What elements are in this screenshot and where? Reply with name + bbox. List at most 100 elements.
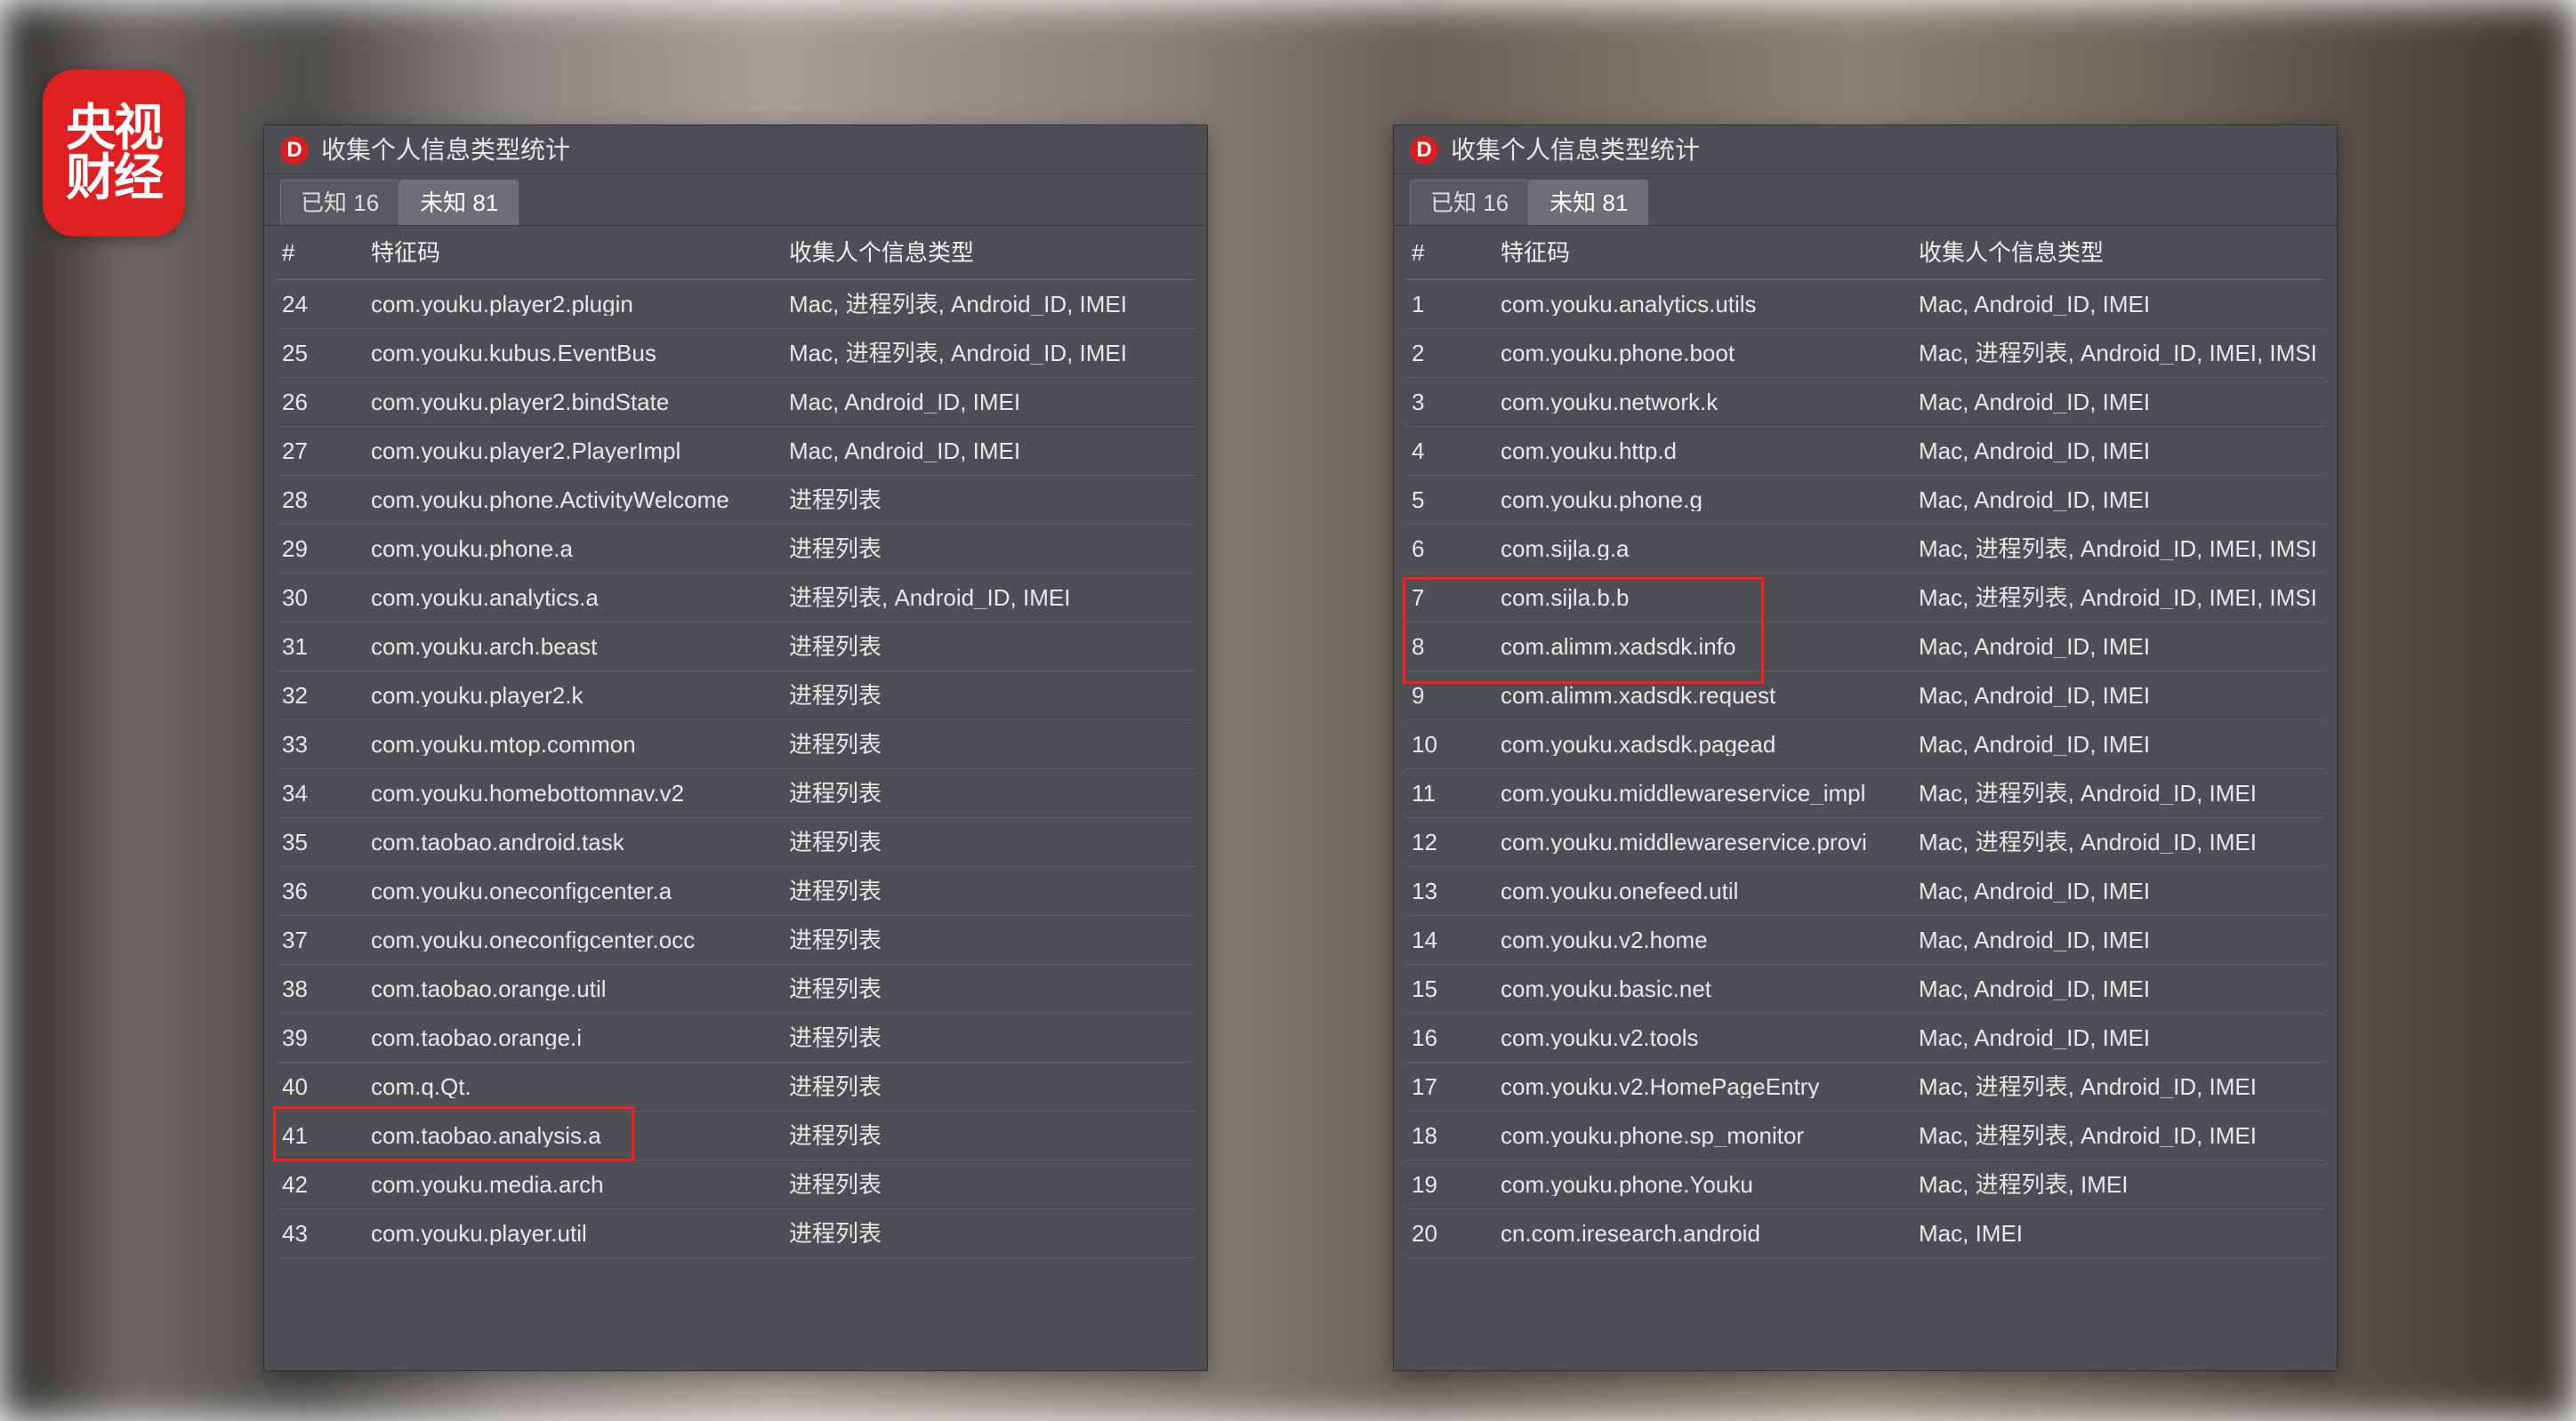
tabs: 已知 16 未知 81 bbox=[264, 174, 1207, 226]
row-num: 18 bbox=[1406, 1124, 1501, 1147]
table-row[interactable]: 32com.youku.player2.k进程列表 bbox=[277, 671, 1195, 720]
table-left: # 特征码 收集人个信息类型 24com.youku.player2.plugi… bbox=[264, 226, 1207, 1264]
hdr-code[interactable]: 特征码 bbox=[371, 241, 789, 264]
row-info: Mac, Android_ID, IMEI bbox=[1919, 684, 2319, 707]
row-info: 进程列表 bbox=[789, 1124, 1189, 1147]
panel-left: D 收集个人信息类型统计 已知 16 未知 81 # 特征码 收集人个信息类型 … bbox=[263, 124, 1208, 1371]
table-row[interactable]: 14com.youku.v2.homeMac, Android_ID, IMEI bbox=[1406, 916, 2324, 965]
tab-known[interactable]: 已知 16 bbox=[280, 180, 399, 225]
row-info: 进程列表 bbox=[789, 488, 1189, 511]
table-row[interactable]: 12com.youku.middlewareservice.proviMac, … bbox=[1406, 818, 2324, 867]
row-code: com.youku.middlewareservice.provi bbox=[1501, 831, 1919, 854]
table-row[interactable]: 20cn.com.iresearch.androidMac, IMEI bbox=[1406, 1209, 2324, 1258]
row-code: com.youku.v2.tools bbox=[1501, 1026, 1919, 1049]
table-row[interactable]: 18com.youku.phone.sp_monitorMac, 进程列表, A… bbox=[1406, 1112, 2324, 1160]
table-row[interactable]: 28com.youku.phone.ActivityWelcome进程列表 bbox=[277, 476, 1195, 525]
row-code: com.youku.arch.beast bbox=[371, 635, 789, 658]
hdr-num[interactable]: # bbox=[1406, 241, 1501, 264]
table-row[interactable]: 36com.youku.oneconfigcenter.a进程列表 bbox=[277, 867, 1195, 916]
table-row[interactable]: 40com.q.Qt.进程列表 bbox=[277, 1063, 1195, 1112]
table-row[interactable]: 33com.youku.mtop.common进程列表 bbox=[277, 720, 1195, 769]
row-code: com.youku.player.util bbox=[371, 1222, 789, 1245]
table-row[interactable]: 8com.alimm.xadsdk.infoMac, Android_ID, I… bbox=[1406, 622, 2324, 671]
table-row[interactable]: 27com.youku.player2.PlayerImplMac, Andro… bbox=[277, 427, 1195, 476]
row-num: 25 bbox=[277, 341, 371, 365]
table-row[interactable]: 31com.youku.arch.beast进程列表 bbox=[277, 622, 1195, 671]
row-code: com.youku.analytics.a bbox=[371, 586, 789, 609]
row-info: Mac, 进程列表, Android_ID, IMEI bbox=[1919, 1124, 2319, 1147]
row-num: 29 bbox=[277, 537, 371, 560]
row-num: 38 bbox=[277, 977, 371, 1000]
row-code: com.sijla.g.a bbox=[1501, 537, 1919, 560]
table-row[interactable]: 4com.youku.http.dMac, Android_ID, IMEI bbox=[1406, 427, 2324, 476]
row-num: 9 bbox=[1406, 684, 1501, 707]
table-row[interactable]: 11com.youku.middlewareservice_implMac, 进… bbox=[1406, 769, 2324, 818]
row-code: com.alimm.xadsdk.request bbox=[1501, 684, 1919, 707]
table-row[interactable]: 9com.alimm.xadsdk.requestMac, Android_ID… bbox=[1406, 671, 2324, 720]
panel-right: D 收集个人信息类型统计 已知 16 未知 81 # 特征码 收集人个信息类型 … bbox=[1393, 124, 2338, 1371]
row-code: com.youku.network.k bbox=[1501, 390, 1919, 413]
tab-unknown[interactable]: 未知 81 bbox=[399, 180, 519, 225]
table-row[interactable]: 26com.youku.player2.bindStateMac, Androi… bbox=[277, 378, 1195, 427]
table-row[interactable]: 19com.youku.phone.YoukuMac, 进程列表, IMEI bbox=[1406, 1160, 2324, 1209]
row-num: 24 bbox=[277, 293, 371, 316]
row-info: Mac, 进程列表, Android_ID, IMEI bbox=[1919, 1075, 2319, 1098]
row-info: Mac, Android_ID, IMEI bbox=[1919, 928, 2319, 951]
table-row[interactable]: 25com.youku.kubus.EventBusMac, 进程列表, And… bbox=[277, 329, 1195, 378]
table-row[interactable]: 16com.youku.v2.toolsMac, Android_ID, IME… bbox=[1406, 1014, 2324, 1063]
table-row[interactable]: 15com.youku.basic.netMac, Android_ID, IM… bbox=[1406, 965, 2324, 1014]
hdr-info[interactable]: 收集人个信息类型 bbox=[789, 241, 1189, 264]
tab-known[interactable]: 已知 16 bbox=[1410, 180, 1529, 225]
table-row[interactable]: 41com.taobao.analysis.a进程列表 bbox=[277, 1112, 1195, 1160]
table-row[interactable]: 42com.youku.media.arch进程列表 bbox=[277, 1160, 1195, 1209]
row-num: 33 bbox=[277, 733, 371, 756]
row-code: com.alimm.xadsdk.info bbox=[1501, 635, 1919, 658]
row-num: 14 bbox=[1406, 928, 1501, 951]
table-row[interactable]: 2com.youku.phone.bootMac, 进程列表, Android_… bbox=[1406, 329, 2324, 378]
row-num: 40 bbox=[277, 1075, 371, 1098]
row-num: 1 bbox=[1406, 293, 1501, 316]
table-row[interactable]: 7com.sijla.b.bMac, 进程列表, Android_ID, IME… bbox=[1406, 574, 2324, 622]
row-info: 进程列表 bbox=[789, 1026, 1189, 1049]
tab-unknown[interactable]: 未知 81 bbox=[1529, 180, 1648, 225]
row-num: 19 bbox=[1406, 1173, 1501, 1196]
table-row[interactable]: 24com.youku.player2.pluginMac, 进程列表, And… bbox=[277, 280, 1195, 329]
table-row[interactable]: 1com.youku.analytics.utilsMac, Android_I… bbox=[1406, 280, 2324, 329]
row-info: 进程列表 bbox=[789, 537, 1189, 560]
row-code: com.youku.v2.home bbox=[1501, 928, 1919, 951]
table-row[interactable]: 10com.youku.xadsdk.pageadMac, Android_ID… bbox=[1406, 720, 2324, 769]
table-row[interactable]: 5com.youku.phone.gMac, Android_ID, IMEI bbox=[1406, 476, 2324, 525]
panel-title: 收集个人信息类型统计 bbox=[1451, 138, 1700, 163]
row-code: com.youku.media.arch bbox=[371, 1173, 789, 1196]
data-icon: D bbox=[1410, 136, 1438, 165]
table-row[interactable]: 13com.youku.onefeed.utilMac, Android_ID,… bbox=[1406, 867, 2324, 916]
table-row[interactable]: 43com.youku.player.util进程列表 bbox=[277, 1209, 1195, 1258]
row-num: 20 bbox=[1406, 1222, 1501, 1245]
panel-title: 收集个人信息类型统计 bbox=[321, 138, 570, 163]
row-info: 进程列表 bbox=[789, 782, 1189, 805]
logo-text-line1: 央视 bbox=[66, 103, 162, 153]
row-info: Mac, 进程列表, Android_ID, IMEI, IMSI bbox=[1919, 586, 2319, 609]
row-num: 4 bbox=[1406, 439, 1501, 462]
cctv-finance-logo: 央视 财经 bbox=[43, 69, 185, 237]
table-row[interactable]: 3com.youku.network.kMac, Android_ID, IME… bbox=[1406, 378, 2324, 427]
row-num: 31 bbox=[277, 635, 371, 658]
row-num: 30 bbox=[277, 586, 371, 609]
hdr-code[interactable]: 特征码 bbox=[1501, 241, 1919, 264]
table-row[interactable]: 38com.taobao.orange.util进程列表 bbox=[277, 965, 1195, 1014]
row-num: 41 bbox=[277, 1124, 371, 1147]
data-icon: D bbox=[280, 136, 309, 165]
table-row[interactable]: 34com.youku.homebottomnav.v2进程列表 bbox=[277, 769, 1195, 818]
table-row[interactable]: 17com.youku.v2.HomePageEntryMac, 进程列表, A… bbox=[1406, 1063, 2324, 1112]
hdr-info[interactable]: 收集人个信息类型 bbox=[1919, 241, 2319, 264]
hdr-num[interactable]: # bbox=[277, 241, 371, 264]
table-row[interactable]: 29com.youku.phone.a进程列表 bbox=[277, 525, 1195, 574]
table-row[interactable]: 30com.youku.analytics.a进程列表, Android_ID,… bbox=[277, 574, 1195, 622]
row-num: 36 bbox=[277, 879, 371, 903]
table-row[interactable]: 39com.taobao.orange.i进程列表 bbox=[277, 1014, 1195, 1063]
table-row[interactable]: 37com.youku.oneconfigcenter.occ进程列表 bbox=[277, 916, 1195, 965]
table-row[interactable]: 35com.taobao.android.task进程列表 bbox=[277, 818, 1195, 867]
row-code: com.youku.onefeed.util bbox=[1501, 879, 1919, 903]
row-info: Mac, Android_ID, IMEI bbox=[1919, 635, 2319, 658]
table-row[interactable]: 6com.sijla.g.aMac, 进程列表, Android_ID, IME… bbox=[1406, 525, 2324, 574]
